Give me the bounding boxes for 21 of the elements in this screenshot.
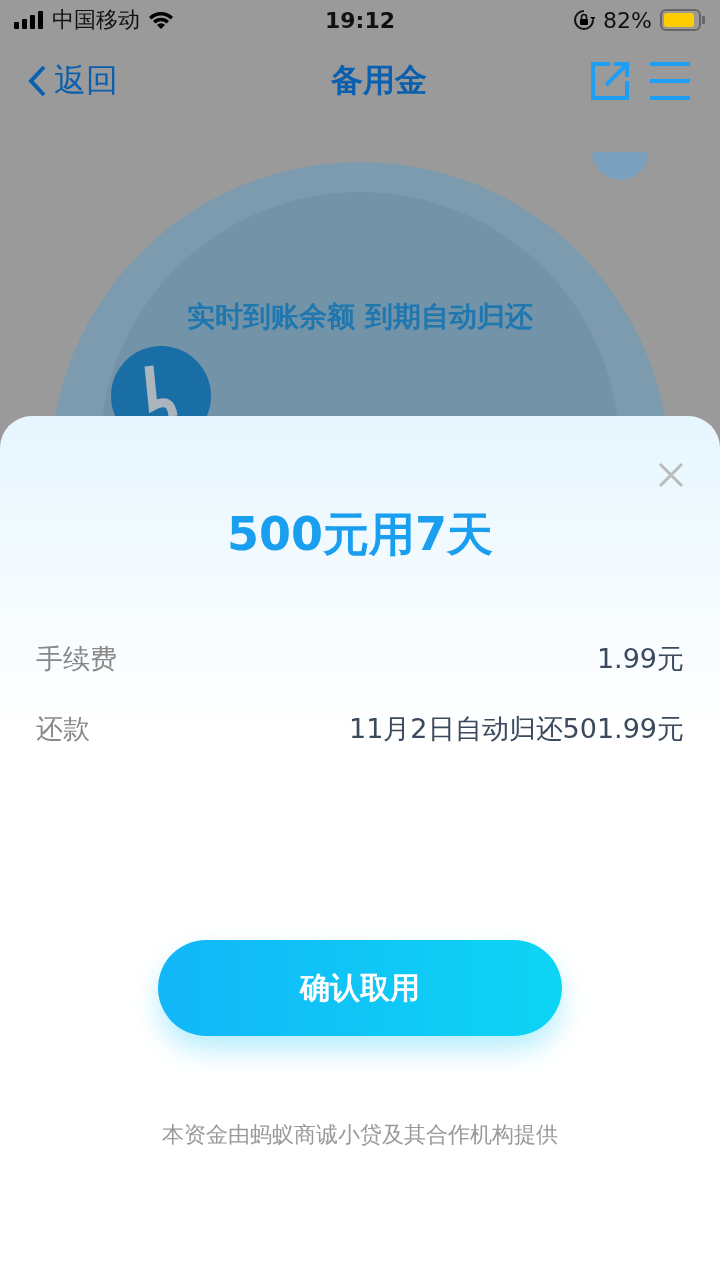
share-icon[interactable] [590,61,630,101]
rotation-lock-icon [573,9,596,31]
close-icon[interactable] [658,462,684,488]
carrier-name: 中国移动 [52,6,140,34]
battery-icon [660,9,706,31]
row-value: 1.99元 [596,642,684,676]
row-label: 还款 [36,712,90,746]
battery-percent: 82% [603,7,652,33]
menu-icon[interactable] [650,62,690,100]
back-button[interactable]: 返回 [26,59,118,103]
clock-time: 19:12 [324,7,396,33]
row-value: 11月2日自动归还501.99元 [349,712,684,746]
sheet-title: 500元用7天 [227,506,493,563]
footer-note: 本资金由蚂蚁商诚小贷及其合作机构提供 [162,1121,558,1149]
back-chevron-icon[interactable] [26,64,48,98]
confirm-button[interactable]: 确认取用 [158,940,562,1036]
wifi-icon [148,10,174,30]
hero-subtitle: 实时到账余额 到期自动归还 [187,299,533,335]
signal-icon [14,11,44,29]
row-label: 手续费 [36,642,117,676]
page-title: 备用金 [330,60,428,101]
